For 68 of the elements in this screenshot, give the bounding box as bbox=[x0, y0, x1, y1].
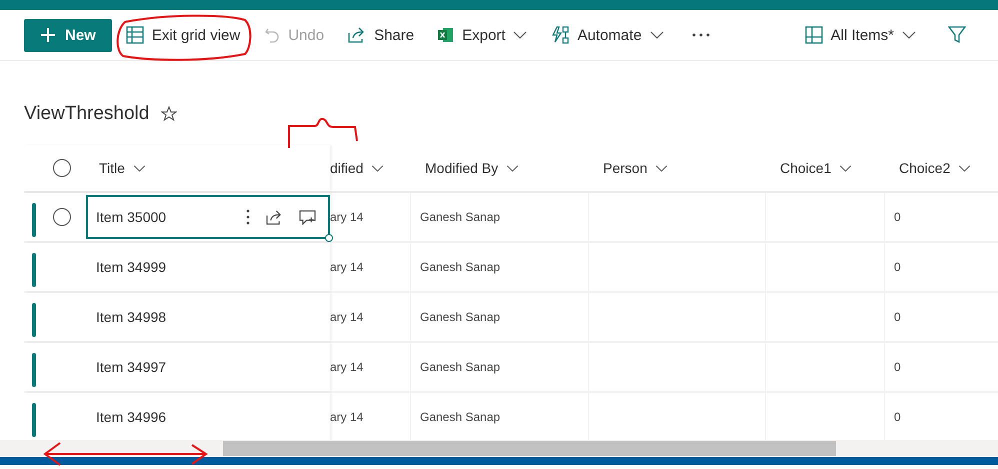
item-title: Item 35000 bbox=[96, 209, 166, 225]
toolbar-button[interactable]: Automate bbox=[541, 17, 674, 53]
caret-icon bbox=[506, 164, 520, 172]
horizontal-scrollbar[interactable] bbox=[0, 440, 998, 456]
select-all-checkbox[interactable] bbox=[53, 159, 71, 177]
view-selector[interactable]: All Items* bbox=[794, 17, 926, 53]
item-title: Item 34999 bbox=[96, 259, 166, 275]
row-indicator bbox=[32, 203, 36, 237]
column-header[interactable]: Choice1 bbox=[780, 160, 852, 176]
caret-icon bbox=[958, 164, 972, 172]
layout-icon bbox=[804, 26, 823, 44]
share-icon bbox=[348, 27, 366, 43]
caret-icon bbox=[132, 164, 146, 172]
title-cell[interactable]: Item 34997 bbox=[86, 345, 330, 389]
table-cell: Ganesh Sanap bbox=[420, 360, 500, 374]
table-cell: ary 14 bbox=[330, 360, 364, 374]
flow-icon bbox=[551, 26, 570, 44]
table-cell: ary 14 bbox=[330, 210, 364, 224]
more-icon bbox=[692, 33, 710, 37]
comment-icon[interactable] bbox=[299, 210, 316, 224]
table-cell: Ganesh Sanap bbox=[420, 310, 500, 324]
item-title: Item 34997 bbox=[96, 359, 166, 375]
row-indicator bbox=[32, 303, 36, 337]
row-indicator bbox=[32, 353, 36, 387]
table-cell: ary 14 bbox=[330, 260, 364, 274]
table-cell: Ganesh Sanap bbox=[420, 210, 500, 224]
caret-icon bbox=[371, 164, 384, 172]
table-cell: 0 bbox=[894, 260, 901, 274]
caret-icon bbox=[655, 164, 668, 172]
table-cell: 0 bbox=[894, 360, 901, 374]
column-header[interactable]: Person bbox=[603, 160, 668, 176]
row-select-circle[interactable] bbox=[53, 208, 71, 226]
table-cell: Ganesh Sanap bbox=[420, 410, 500, 424]
title-cell[interactable]: Item 34996 bbox=[86, 395, 330, 439]
row-indicator bbox=[32, 253, 36, 287]
title-cell[interactable]: Item 35000 bbox=[86, 195, 330, 239]
scrollbar-thumb[interactable] bbox=[223, 440, 836, 456]
column-header[interactable]: Title bbox=[99, 160, 146, 176]
spreadsheet-icon bbox=[438, 27, 454, 43]
title-cell[interactable]: Item 34998 bbox=[86, 295, 330, 339]
table-cell: ary 14 bbox=[330, 410, 364, 424]
resize-handle[interactable] bbox=[325, 234, 333, 242]
star-icon[interactable] bbox=[161, 106, 178, 122]
item-title: Item 34998 bbox=[96, 309, 166, 325]
caret-icon bbox=[839, 164, 852, 172]
caret-icon bbox=[902, 31, 916, 39]
table-cell: 0 bbox=[894, 310, 901, 324]
table-cell: 0 bbox=[894, 210, 901, 224]
row-indicator bbox=[32, 403, 36, 437]
new-button[interactable]: New bbox=[24, 18, 112, 52]
item-title: Item 34996 bbox=[96, 409, 166, 425]
toolbar-button[interactable]: Export bbox=[428, 17, 538, 53]
column-header[interactable]: dified bbox=[330, 160, 384, 176]
title-cell[interactable]: Item 34999 bbox=[86, 245, 330, 289]
filter-icon bbox=[948, 26, 966, 44]
toolbar-button[interactable]: Share bbox=[338, 17, 424, 53]
share-icon[interactable] bbox=[266, 210, 283, 224]
page-title: ViewThreshold bbox=[24, 103, 150, 125]
column-header[interactable]: Choice2 bbox=[899, 160, 972, 176]
table-cell: 0 bbox=[894, 410, 901, 424]
column-header[interactable]: Modified By bbox=[425, 160, 520, 176]
table-cell: Ganesh Sanap bbox=[420, 260, 500, 274]
undo-icon bbox=[264, 27, 280, 43]
plus-icon bbox=[40, 27, 56, 43]
grid-icon bbox=[126, 26, 144, 44]
table-cell: ary 14 bbox=[330, 310, 364, 324]
annotation-brace bbox=[288, 118, 358, 148]
more-icon[interactable] bbox=[246, 209, 250, 225]
